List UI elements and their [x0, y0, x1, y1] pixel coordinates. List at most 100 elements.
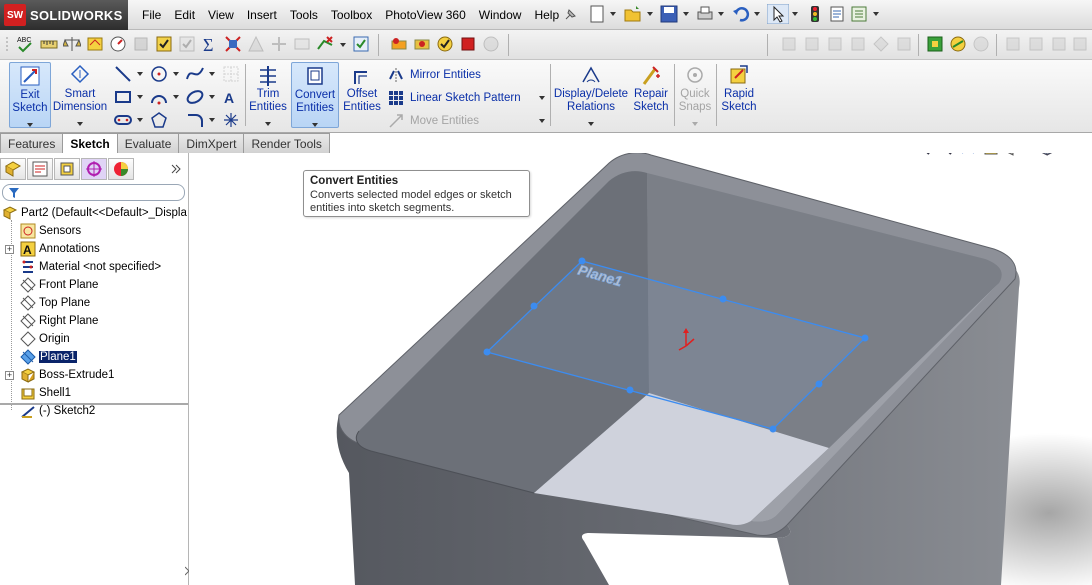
layer-gray-icon[interactable] [972, 35, 990, 53]
curve-tool-icon[interactable] [803, 35, 821, 53]
convert-entities-button[interactable]: Convert Entities [291, 62, 339, 128]
move-dropdown-icon[interactable] [539, 119, 545, 123]
exit-sketch-button[interactable]: Exit Sketch [9, 62, 51, 128]
circle-icon[interactable] [150, 65, 168, 83]
pin-icon[interactable] [563, 8, 577, 22]
tab-dimxpert[interactable]: DimXpert [178, 133, 245, 153]
curve-tool-icon[interactable] [872, 35, 890, 53]
deviation-analysis-icon[interactable] [316, 35, 334, 53]
sketch-point[interactable] [769, 425, 777, 433]
tree-item-sensors[interactable]: Sensors [20, 222, 81, 240]
parting-line-icon[interactable] [293, 35, 311, 53]
tree-item-annotations[interactable]: A Annotations [20, 240, 100, 258]
expand-chevron-icon[interactable] [170, 163, 182, 175]
section-properties-icon[interactable] [86, 35, 104, 53]
options-dropdown-icon[interactable] [873, 12, 879, 16]
arc-icon[interactable] [150, 88, 168, 106]
offset-entities-button[interactable]: Offset Entities [342, 62, 382, 128]
trim-dropdown-icon[interactable] [265, 122, 271, 126]
trim-entities-button[interactable]: Trim Entities [247, 62, 289, 128]
text-sketch-icon[interactable]: A [222, 88, 240, 106]
rectangle-dropdown-icon[interactable] [137, 95, 143, 99]
curve-tool-icon[interactable] [895, 35, 913, 53]
tree-item-material[interactable]: Material <not specified> [20, 258, 161, 276]
measure-icon[interactable] [40, 35, 58, 53]
model-view[interactable]: Plane1 [189, 153, 1092, 585]
smart-dimension-dropdown-icon[interactable] [77, 122, 83, 126]
rectangle-icon[interactable] [114, 88, 132, 106]
solidworks-logo[interactable]: SW SOLIDWORKS [0, 0, 128, 30]
polygon-icon[interactable] [150, 111, 168, 129]
undo-dropdown-icon[interactable] [754, 12, 760, 16]
macro-pause-icon[interactable] [482, 35, 500, 53]
save-dropdown-icon[interactable] [683, 12, 689, 16]
menu-edit[interactable]: Edit [174, 8, 203, 22]
pattern-dropdown-icon[interactable] [539, 96, 545, 100]
smart-dimension-button[interactable]: Smart Dimension [53, 62, 107, 128]
select-dropdown-icon[interactable] [792, 12, 798, 16]
graphics-area[interactable]: Plane1 [189, 153, 1092, 585]
line-dropdown-icon[interactable] [137, 72, 143, 76]
analysis-dropdown-icon[interactable] [340, 43, 346, 47]
sketch-point[interactable] [719, 295, 727, 303]
display-delete-relations-button[interactable]: Display/Delete Relations [554, 62, 628, 128]
tab-evaluate[interactable]: Evaluate [116, 133, 180, 153]
curve-tool-icon[interactable] [780, 35, 798, 53]
tool-gray-icon[interactable] [1027, 35, 1045, 53]
sketch-point[interactable] [530, 302, 538, 310]
move-entities-button[interactable]: Move Entities [388, 113, 479, 129]
tab-render-tools[interactable]: Render Tools [243, 133, 330, 153]
macro-run-icon[interactable] [390, 35, 408, 53]
tree-item-right-plane[interactable]: Right Plane [20, 312, 98, 330]
tab-features[interactable]: Features [0, 133, 64, 153]
sketch-point[interactable] [815, 380, 823, 388]
tool-gray-icon[interactable] [1050, 35, 1068, 53]
sketch-point[interactable] [626, 386, 634, 394]
undercut-icon[interactable] [270, 35, 288, 53]
options-icon[interactable] [850, 5, 868, 23]
menu-insert[interactable]: Insert [247, 8, 285, 22]
spell-check-icon[interactable]: ABC [16, 35, 34, 53]
arc-dropdown-icon[interactable] [173, 95, 179, 99]
open-dropdown-icon[interactable] [647, 12, 653, 16]
statistics-icon[interactable] [132, 35, 150, 53]
macro-stop-icon[interactable] [459, 35, 477, 53]
menu-view[interactable]: View [208, 8, 242, 22]
circle-dropdown-icon[interactable] [173, 72, 179, 76]
tab-sketch[interactable]: Sketch [62, 133, 118, 154]
tree-root-part[interactable]: Part2 (Default<<Default>_Displa [2, 204, 187, 222]
sensor-icon[interactable] [109, 35, 127, 53]
mirror-entities-button[interactable]: Mirror Entities [388, 67, 481, 83]
curve-tool-icon[interactable] [849, 35, 867, 53]
dimxpert-manager-tab[interactable] [81, 158, 107, 180]
display-manager-tab[interactable] [108, 158, 134, 180]
expand-annotations-icon[interactable]: + [5, 245, 14, 254]
rapid-sketch-button[interactable]: Rapid Sketch [720, 62, 758, 128]
tree-item-top-plane[interactable]: Top Plane [20, 294, 90, 312]
ellipse-icon[interactable] [186, 88, 204, 106]
menu-photoview[interactable]: PhotoView 360 [385, 8, 474, 22]
quick-snaps-dropdown-icon[interactable] [692, 122, 698, 126]
print-dropdown-icon[interactable] [718, 12, 724, 16]
open-folder-icon[interactable] [624, 5, 642, 23]
check-icon[interactable] [178, 35, 196, 53]
quick-snaps-button[interactable]: Quick Snaps [678, 62, 712, 128]
property-manager-tab[interactable] [27, 158, 53, 180]
sketch-point[interactable] [861, 334, 869, 342]
tree-filter-input[interactable] [2, 184, 185, 201]
curve-tool-icon[interactable] [826, 35, 844, 53]
tree-item-boss-extrude1[interactable]: Boss-Extrude1 [20, 366, 114, 384]
convert-dropdown-icon[interactable] [312, 123, 318, 127]
fillet-dropdown-icon[interactable] [209, 118, 215, 122]
select-arrow-icon[interactable] [767, 4, 789, 24]
configuration-manager-tab[interactable] [54, 158, 80, 180]
slot-dropdown-icon[interactable] [137, 118, 143, 122]
slot-icon[interactable] [114, 111, 132, 129]
draft-analysis-icon[interactable] [247, 35, 265, 53]
grid-icon[interactable] [222, 65, 240, 83]
expand-boss-extrude-icon[interactable]: + [5, 371, 14, 380]
menu-toolbox[interactable]: Toolbox [331, 8, 380, 22]
feature-manager-tab[interactable] [0, 158, 26, 180]
mass-properties-icon[interactable] [63, 35, 81, 53]
tree-item-plane1[interactable]: Plane1 [20, 348, 77, 366]
